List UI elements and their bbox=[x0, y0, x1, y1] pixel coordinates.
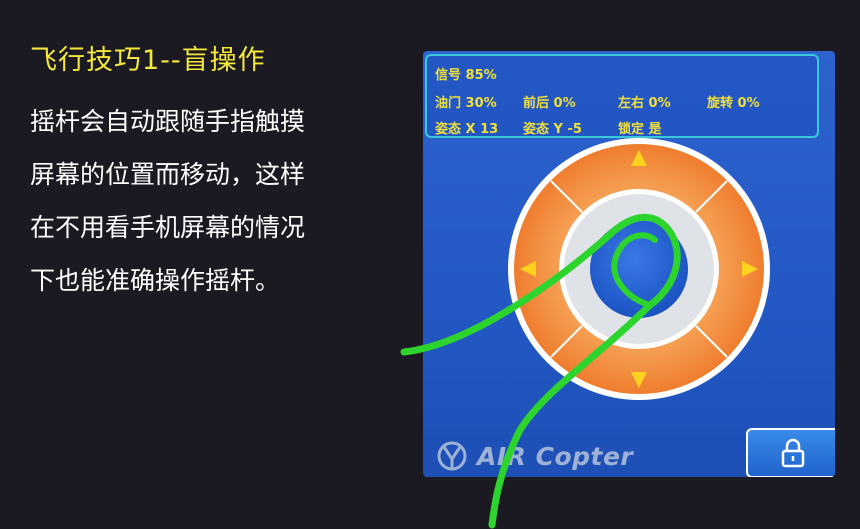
joystick-control[interactable] bbox=[503, 138, 775, 400]
slide-description: 摇杆会自动跟随手指触摸 屏幕的位置而移动，这样 在不用看手机屏幕的情况 下也能准… bbox=[30, 95, 370, 307]
lock-status-readout: 锁定 是 bbox=[618, 122, 662, 137]
roll-readout: 左右 0% bbox=[618, 96, 671, 111]
copter-logo-icon bbox=[437, 441, 467, 471]
brand-name: AIR Copter bbox=[477, 441, 634, 471]
lock-icon bbox=[781, 438, 805, 468]
description-line-1: 摇杆会自动跟随手指触摸 bbox=[30, 107, 306, 136]
attitude-y-readout: 姿态 Y -5 bbox=[523, 122, 582, 137]
joystick-knob[interactable] bbox=[590, 220, 688, 318]
yaw-readout: 旋转 0% bbox=[707, 96, 760, 111]
telemetry-panel: 信号 85% 油门 30% 前后 0% 左右 0% 旋转 0% 姿态 X 13 … bbox=[425, 54, 819, 138]
throttle-readout: 油门 30% bbox=[435, 96, 497, 111]
attitude-x-readout: 姿态 X 13 bbox=[435, 122, 499, 137]
app-brand: AIR Copter bbox=[435, 436, 633, 476]
description-line-2: 屏幕的位置而移动，这样 bbox=[30, 160, 306, 189]
signal-readout: 信号 85% bbox=[435, 68, 497, 83]
pitch-readout: 前后 0% bbox=[523, 96, 576, 111]
app-screenshot: 信号 85% 油门 30% 前后 0% 左右 0% 旋转 0% 姿态 X 13 … bbox=[423, 51, 835, 477]
description-line-3: 在不用看手机屏幕的情况 bbox=[30, 213, 306, 242]
slide-title: 飞行技巧1--盲操作 bbox=[30, 45, 266, 76]
description-line-4: 下也能准确操作摇杆。 bbox=[30, 266, 281, 295]
lock-toggle-button[interactable] bbox=[746, 428, 835, 477]
